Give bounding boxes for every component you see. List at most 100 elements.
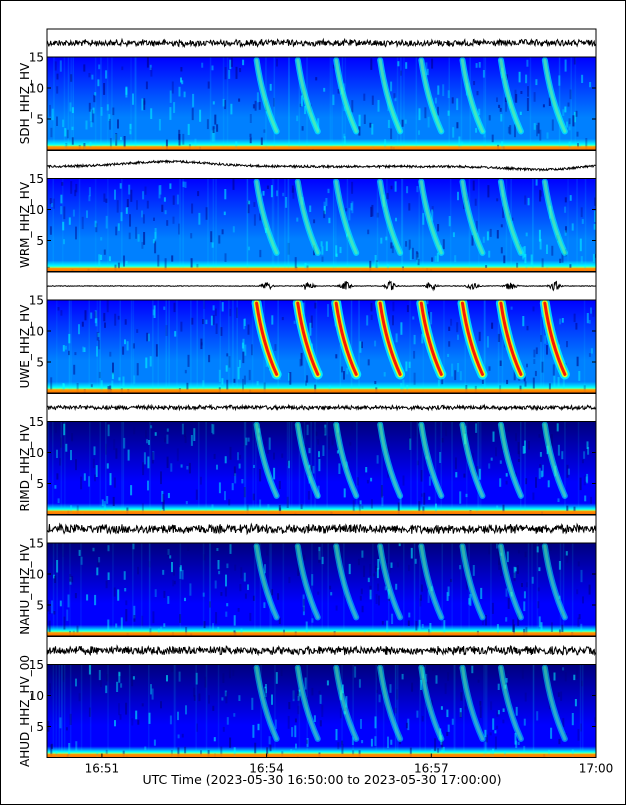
speckle bbox=[410, 547, 413, 559]
speckle bbox=[395, 333, 398, 343]
speckle bbox=[497, 683, 500, 690]
speckle bbox=[392, 301, 395, 312]
streak bbox=[440, 421, 442, 515]
speckle bbox=[442, 84, 445, 97]
speckle bbox=[488, 250, 491, 258]
speckle bbox=[233, 615, 236, 626]
speckle bbox=[564, 230, 567, 236]
speckle bbox=[145, 357, 148, 369]
speckle bbox=[124, 319, 127, 325]
speckle bbox=[457, 363, 460, 372]
y-tick-label: 5 bbox=[36, 720, 44, 734]
speckle bbox=[577, 561, 580, 567]
streak bbox=[60, 421, 63, 515]
speckle bbox=[136, 363, 139, 376]
streak bbox=[527, 543, 530, 636]
speckle bbox=[457, 334, 459, 340]
speckle bbox=[225, 574, 227, 587]
speckle bbox=[491, 602, 494, 614]
speckle bbox=[226, 379, 229, 391]
speckle bbox=[75, 226, 77, 240]
speckle bbox=[436, 252, 439, 262]
streak bbox=[165, 300, 167, 393]
speckle bbox=[191, 203, 194, 214]
speckle bbox=[78, 324, 80, 335]
speckle bbox=[170, 463, 173, 472]
speckle bbox=[70, 181, 73, 194]
streak bbox=[56, 300, 58, 393]
speckle bbox=[216, 548, 219, 551]
speckle bbox=[317, 591, 320, 595]
speckle bbox=[249, 114, 252, 123]
speckle bbox=[567, 468, 570, 475]
speckle bbox=[439, 665, 441, 670]
speckle bbox=[198, 212, 201, 225]
low-frequency-band bbox=[47, 632, 596, 636]
speckle bbox=[221, 302, 224, 312]
speckle bbox=[311, 687, 314, 696]
streak bbox=[130, 300, 133, 393]
speckle bbox=[413, 350, 416, 359]
speckle bbox=[315, 77, 318, 81]
speckle bbox=[562, 718, 565, 727]
speckle bbox=[413, 334, 416, 345]
speckle bbox=[564, 197, 567, 203]
speckle bbox=[248, 200, 251, 205]
speckle bbox=[98, 670, 101, 681]
speckle bbox=[263, 129, 266, 133]
speckle bbox=[494, 736, 497, 750]
streak bbox=[274, 664, 276, 758]
speckle bbox=[378, 694, 381, 703]
speckle bbox=[302, 598, 305, 612]
speckle bbox=[498, 104, 501, 108]
speckle bbox=[420, 584, 423, 592]
speckle bbox=[327, 188, 330, 194]
speckle bbox=[243, 572, 246, 582]
speckle bbox=[390, 81, 393, 92]
speckle bbox=[167, 543, 170, 557]
speckle bbox=[389, 684, 392, 693]
speckle bbox=[361, 550, 364, 558]
speckle bbox=[576, 356, 579, 367]
speckle bbox=[369, 122, 372, 128]
streak bbox=[251, 300, 254, 393]
streak bbox=[100, 57, 102, 150]
speckle bbox=[409, 747, 412, 758]
speckle bbox=[505, 473, 508, 477]
streak bbox=[403, 543, 405, 636]
speckle bbox=[585, 476, 588, 482]
speckle bbox=[228, 666, 231, 679]
speckle bbox=[442, 239, 445, 250]
streak bbox=[168, 300, 170, 393]
streak bbox=[72, 57, 74, 150]
speckle bbox=[583, 451, 586, 459]
speckle bbox=[321, 256, 324, 262]
speckle bbox=[112, 496, 115, 506]
speckle bbox=[318, 451, 320, 458]
speckle bbox=[124, 588, 127, 592]
speckle bbox=[376, 455, 379, 464]
speckle bbox=[293, 320, 296, 324]
speckle bbox=[84, 310, 87, 321]
speckle bbox=[166, 220, 169, 226]
speckle bbox=[171, 667, 174, 673]
speckle bbox=[224, 456, 227, 464]
speckle bbox=[226, 563, 229, 569]
speckle bbox=[448, 341, 451, 347]
speckle bbox=[137, 566, 139, 575]
speckle bbox=[90, 122, 93, 128]
speckle bbox=[240, 567, 243, 579]
speckle bbox=[62, 383, 65, 389]
speckle bbox=[502, 719, 505, 724]
streak bbox=[576, 178, 578, 272]
speckle bbox=[276, 58, 278, 67]
speckle bbox=[592, 309, 595, 317]
speckle bbox=[559, 258, 562, 264]
speckle bbox=[411, 682, 414, 692]
streak bbox=[228, 300, 230, 393]
speckle bbox=[550, 727, 553, 739]
speckle bbox=[218, 482, 221, 494]
speckle bbox=[444, 683, 447, 694]
speckle bbox=[96, 567, 99, 576]
speckle bbox=[131, 718, 134, 726]
